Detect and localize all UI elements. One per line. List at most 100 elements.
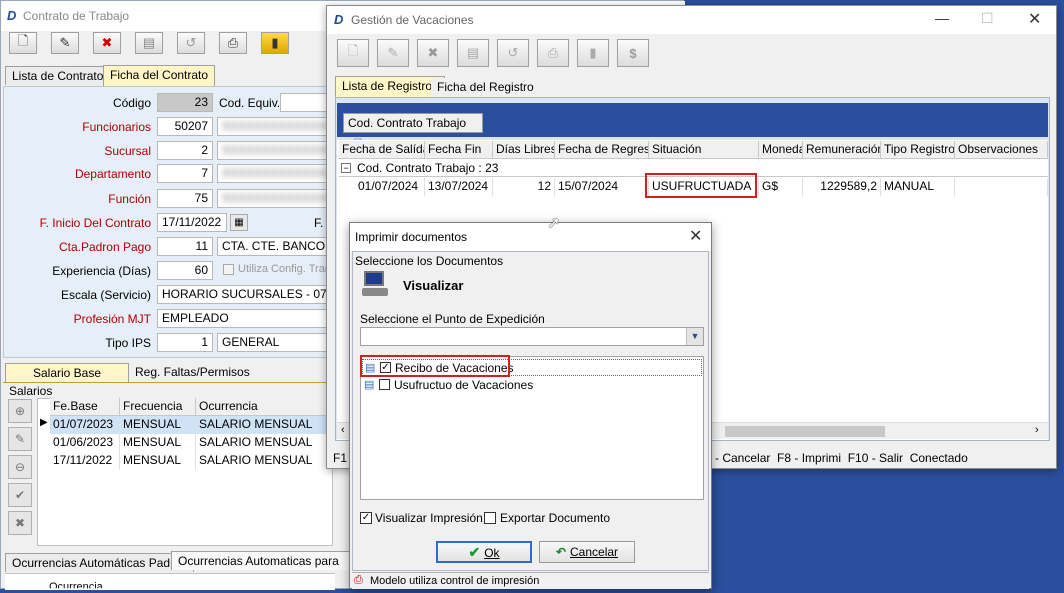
exit-icon[interactable]: ▮ (577, 39, 609, 67)
utiliza-config-checkbox[interactable] (223, 264, 234, 275)
minimize-icon[interactable]: — (935, 10, 949, 26)
confirm-icon[interactable]: ✔ (8, 483, 32, 507)
table-row[interactable]: 17/11/2022 (50, 452, 120, 470)
table-row[interactable]: MENSUAL (120, 452, 196, 470)
tab-ficha-registro[interactable]: Ficha del Registro (431, 78, 540, 97)
print-icon[interactable]: ⎙ (537, 39, 569, 67)
col-observaciones[interactable]: Observaciones (955, 141, 1048, 159)
field-f-inicio[interactable]: 17/11/2022 (157, 213, 227, 232)
field-sucursal[interactable]: 2 (157, 141, 213, 160)
salarios-col-frecuencia[interactable]: Frecuencia (120, 398, 196, 416)
table-row[interactable]: 1229589,2 (803, 178, 881, 196)
tab-ficha-contrato[interactable]: Ficha del Contrato (103, 65, 216, 86)
save-icon[interactable]: ▤ (457, 39, 489, 67)
situacion-highlight (645, 173, 757, 198)
table-row[interactable]: 12 (493, 178, 555, 196)
field-cta-padron[interactable]: 11 (157, 237, 213, 256)
salarios-label: Salarios (9, 384, 53, 398)
punto-expedicion-select[interactable]: ▼ (360, 327, 704, 346)
tab-salario-base[interactable]: Salario Base (5, 363, 129, 382)
field-profesion[interactable]: EMPLEADO (157, 309, 330, 328)
list-item[interactable]: ▤ Usufructuo de Vacaciones (362, 377, 702, 394)
field-escala[interactable]: HORARIO SUCURSALES - 07:00: (157, 285, 330, 304)
tab-ocurrencias-padron[interactable]: Ocurrencias Automáticas Padrón (5, 553, 195, 572)
salarios-col-fe-base[interactable]: Fe.Base (50, 398, 120, 416)
undo-icon[interactable]: ↺ (497, 39, 529, 67)
col-fecha-salida[interactable]: Fecha de Salída (339, 141, 425, 159)
field-funcion[interactable]: 75 (157, 189, 213, 208)
table-row[interactable]: MANUAL (881, 178, 955, 196)
tab-lista-registros[interactable]: Lista de Registros (335, 76, 446, 97)
table-row[interactable]: MENSUAL (120, 434, 196, 452)
exportar-documento-checkbox[interactable] (484, 512, 496, 524)
table-row[interactable]: 01/07/2024 (355, 178, 425, 196)
tab-lista-contratos[interactable]: Lista de Contratos (5, 66, 117, 85)
scroll-right-icon[interactable]: › (1035, 424, 1039, 436)
field-tipo-ips[interactable]: 1 (157, 333, 213, 352)
vacaciones-title: Gestión de Vacaciones (351, 13, 474, 27)
collapse-icon[interactable]: − (341, 163, 351, 173)
edit-doc-icon[interactable]: ✎ (51, 32, 79, 54)
col-moneda[interactable]: Moneda (759, 141, 803, 159)
field-departamento[interactable]: 7 (157, 164, 213, 183)
dollar-icon[interactable]: $ (617, 39, 649, 67)
field-experiencia[interactable]: 60 (157, 261, 213, 280)
close-icon[interactable]: ✕ (1028, 9, 1041, 29)
cancelar-button[interactable]: ↶ Cancelar (539, 541, 635, 563)
col-fecha-fin[interactable]: Fecha Fin (425, 141, 493, 159)
col-situacion[interactable]: Situación (649, 141, 759, 159)
table-row[interactable]: SALARIO MENSUAL (196, 434, 333, 452)
undo-icon[interactable]: ↺ (177, 32, 205, 54)
undo-arrow-icon: ↶ (555, 545, 567, 559)
new-doc-icon[interactable]: 🗋 (337, 39, 369, 67)
table-row[interactable] (955, 178, 1048, 196)
edit-doc-icon[interactable]: ✎ (377, 39, 409, 67)
group-by-button[interactable]: Cod. Contrato Trabajo ▽ (343, 113, 483, 148)
table-row[interactable]: 15/07/2024 (555, 178, 649, 196)
label-cod-equiv: Cod. Equiv. (219, 96, 281, 110)
calendar-icon[interactable]: ▦ (230, 214, 248, 231)
col-remuneracion[interactable]: Remuneración (803, 141, 881, 159)
edit-salary-icon[interactable]: ✎ (8, 427, 32, 451)
imprimir-footer: ⎙ Modelo utiliza control de impresión (352, 572, 709, 589)
tab-reg-faltas[interactable]: Reg. Faltas/Permisos (129, 363, 329, 382)
delete-doc-icon[interactable]: ✖ (93, 32, 121, 54)
table-row[interactable]: 13/07/2024 (425, 178, 493, 196)
visualizar-impresion-checkbox[interactable]: ✓ (360, 512, 372, 524)
label-codigo: Código (112, 96, 151, 110)
table-row[interactable]: 01/07/2023 (50, 416, 120, 434)
label-escala: Escala (Servicio) (60, 288, 151, 302)
field-funcionarios[interactable]: 50207 (157, 117, 213, 136)
new-doc-icon[interactable]: 🗋 (9, 32, 37, 54)
chevron-down-icon[interactable]: ▼ (686, 328, 703, 345)
scroll-left-icon[interactable]: ‹ (341, 424, 345, 436)
col-fecha-regreso[interactable]: Fecha de Regreso (555, 141, 649, 159)
col-dias-libres[interactable]: Días Libres (493, 141, 555, 159)
ok-button[interactable]: ✔ Ok (436, 541, 532, 563)
table-row[interactable]: MENSUAL (120, 416, 196, 434)
field-codigo[interactable]: 23 (157, 93, 213, 112)
close-icon[interactable]: ✕ (689, 226, 702, 246)
salarios-col-ocurrencia[interactable]: Ocurrencia (196, 398, 333, 416)
table-row[interactable]: SALARIO MENSUAL (196, 416, 333, 434)
delete-doc-icon[interactable]: ✖ (417, 39, 449, 67)
utiliza-config-label: Utiliza Config. Tran (238, 263, 331, 275)
punto-expedicion-value (361, 328, 365, 342)
print-icon[interactable]: ⎙ (219, 32, 247, 54)
usufructuo-checkbox[interactable] (379, 379, 390, 390)
remove-salary-icon[interactable]: ⊖ (8, 455, 32, 479)
cancel-icon[interactable]: ✖ (8, 511, 32, 535)
label-experiencia: Experiencia (Días) (52, 264, 151, 278)
maximize-icon[interactable]: ☐ (981, 10, 994, 27)
col-tipo-registro[interactable]: Tipo Registro (881, 141, 955, 159)
table-row[interactable]: G$ (759, 178, 803, 196)
save-icon[interactable]: ▤ (135, 32, 163, 54)
tab-ocurrencias-marca[interactable]: Ocurrencias Automaticas para marca (171, 551, 351, 570)
exit-icon[interactable]: ▮ (261, 32, 289, 54)
field-cod-equiv[interactable] (280, 93, 330, 112)
table-row[interactable]: SALARIO MENSUAL (196, 452, 333, 470)
scrollbar-thumb[interactable] (725, 426, 885, 437)
add-salary-icon[interactable]: ⊕ (8, 399, 32, 423)
label-cta-padron: Cta.Padron Pago (58, 240, 151, 254)
table-row[interactable]: 01/06/2023 (50, 434, 120, 452)
